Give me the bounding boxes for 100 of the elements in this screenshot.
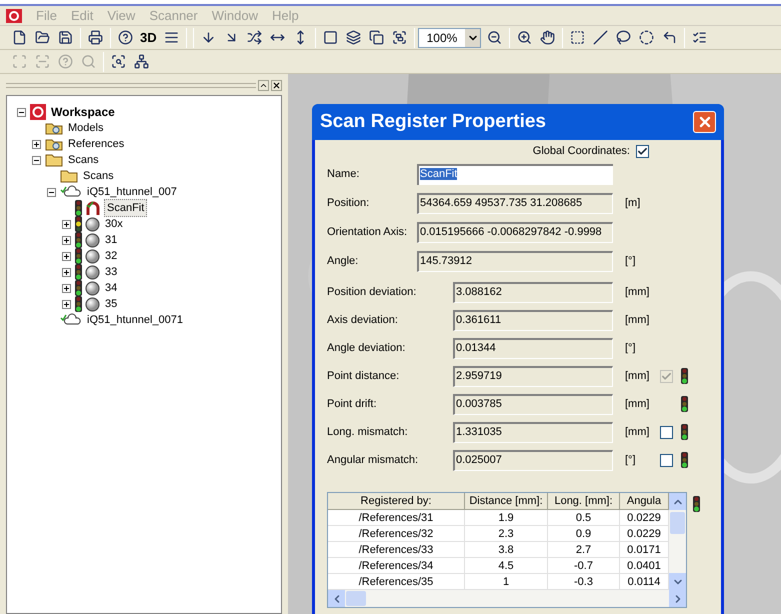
expand-icon[interactable] [62,236,71,244]
tree-item[interactable]: Scans [66,152,101,168]
sphere-icon [85,248,100,264]
sphere-icon [85,216,100,232]
horizontal-scrollbar[interactable] [328,590,686,607]
tree-item[interactable]: 35 [103,296,120,312]
unit-label: [mm] [625,398,650,410]
traffic-light-icon [680,452,688,468]
table-cell: 0.9 [548,526,620,542]
global-coordinates-checkbox[interactable] [636,144,649,158]
field-label: Position: [327,196,370,212]
field-label: Angular mismatch: [327,452,420,468]
folder-icon [45,121,63,135]
tree-item[interactable]: iQ51_htunnel_0071 [85,312,186,328]
close-button[interactable] [271,80,282,90]
unit-label: [°] [625,255,636,268]
field-label: Orientation Axis: [327,225,408,240]
logo-icon [6,8,22,22]
logo-icon [30,104,46,120]
table-cell: 2.3 [465,526,548,542]
expand-icon[interactable] [62,300,71,308]
scroll-thumb[interactable] [670,512,685,534]
value-field: 0.003785 [453,394,613,414]
field-label: Angle: [327,254,360,270]
value-field: 0.015195666 -0.0068297842 -0.9998 [417,222,613,243]
tree-item[interactable]: ScanFit [104,198,148,218]
tree-item[interactable]: 30x [103,216,125,232]
collapse-icon[interactable] [17,108,26,116]
table-cell: 1.9 [465,510,548,526]
value-field: 0.361611 [453,310,613,330]
tree-item[interactable]: Workspace [49,103,117,121]
tree-item[interactable]: 33 [103,264,120,280]
sphere-icon [85,232,100,248]
zoom-dropdown[interactable]: 100% [418,28,482,48]
expand-icon[interactable] [62,220,71,228]
table-cell: /References/33 [328,542,465,558]
tree-item[interactable]: 32 [103,248,120,264]
expand-icon[interactable] [32,140,41,148]
field-label: Axis deviation: [327,312,399,328]
dialog-title: Scan Register Properties [320,110,546,134]
field-label: Name: [327,167,360,182]
field-label: Point drift: [327,396,378,412]
magnet-icon [85,200,101,216]
unit-label: [mm] [625,370,650,382]
field-label: Point distance: [327,368,400,384]
field-label: Angle deviation: [327,340,406,356]
table-cell: /References/32 [328,526,465,542]
unit-label: [m] [625,197,640,210]
unit-label: [°] [625,342,636,354]
column-header[interactable]: Distance [mm]: [465,493,548,509]
column-header[interactable]: Registered by: [328,493,465,509]
traffic-light-icon [680,424,688,440]
tree-item[interactable]: Models [66,120,106,136]
value-field: 54364.659 49537.735 31.208685 [417,193,613,214]
unit-label: [mm] [625,286,650,298]
tree-item[interactable]: References [66,136,126,152]
table-cell: 4.5 [465,558,548,574]
collapse-icon[interactable] [32,156,41,164]
checkbox[interactable] [660,426,672,438]
table-cell: -0.7 [548,558,620,574]
maximize-button[interactable] [258,80,269,90]
traffic-light-icon [680,368,688,384]
vertical-scrollbar[interactable] [669,493,686,590]
table-cell: /References/31 [328,510,465,526]
sphere-icon [85,296,100,312]
folder-icon [60,169,78,183]
traffic-light-icon [680,396,688,412]
close-icon [272,80,281,90]
expand-icon[interactable] [62,252,71,260]
cloud-icon [60,313,82,327]
scroll-thumb[interactable] [346,591,366,606]
tree-item[interactable]: Scans [81,168,116,184]
collapse-icon[interactable] [47,188,56,196]
tree-item[interactable]: 31 [103,232,120,248]
tree-item[interactable]: iQ51_htunnel_007 [85,184,179,200]
tree-item[interactable]: 34 [103,280,120,296]
checkbox[interactable] [660,454,672,466]
3d-button[interactable]: 3D [137,26,160,48]
field-label: Long. mismatch: [327,424,409,440]
value-field: 1.331035 [453,422,613,442]
table-cell: /References/34 [328,558,465,574]
expand-icon[interactable] [62,268,71,276]
unit-label: [mm] [625,426,650,438]
value-field: 3.088162 [453,282,613,302]
field-label: Global Coordinates: [532,144,630,159]
expand-icon[interactable] [62,284,71,292]
column-header[interactable]: Long. [mm]: [548,493,620,509]
table-cell: 0.5 [548,510,620,526]
value-field: 145.73912 [417,251,613,272]
field-label: Position deviation: [327,284,418,300]
folder-icon [45,137,63,151]
sphere-icon [85,280,100,296]
unit-label: [mm] [625,314,650,326]
table-cell: 3.8 [465,542,548,558]
cloud-icon [60,185,82,199]
table-cell: 2.7 [548,542,620,558]
sphere-icon [85,264,100,280]
value-field: 2.959719 [453,366,613,386]
name-field[interactable]: ScanFit [417,164,613,185]
value-field: 0.025007 [453,450,613,470]
